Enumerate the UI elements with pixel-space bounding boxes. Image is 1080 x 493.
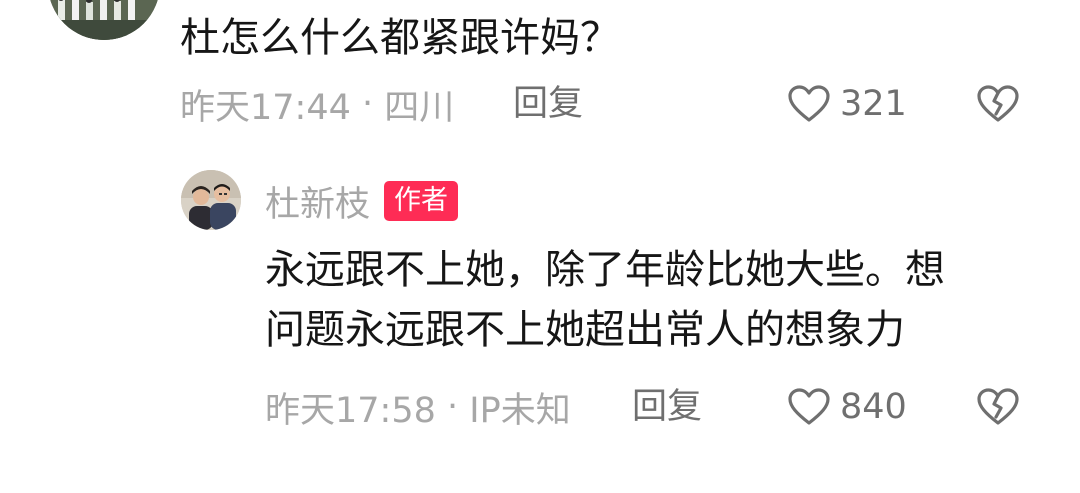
author-avatar[interactable]	[181, 170, 241, 230]
comment-location: 四川	[384, 87, 455, 128]
like-count: 321	[840, 84, 907, 124]
avatar-photo	[181, 170, 241, 230]
heart-outline-icon	[788, 388, 830, 426]
broken-heart-icon[interactable]	[977, 84, 1019, 124]
like-button[interactable]: 321	[788, 76, 907, 132]
reply-time: 昨天17:58	[265, 390, 436, 431]
reply-button[interactable]: 回复	[632, 379, 702, 435]
heart-outline-icon	[788, 85, 830, 123]
like-count: 840	[840, 387, 907, 427]
commenter-avatar[interactable]	[48, 0, 160, 40]
comment-text: 杜怎么什么都紧跟许妈？	[180, 15, 620, 61]
broken-heart-icon[interactable]	[977, 387, 1019, 427]
avatar-photo	[48, 0, 160, 40]
author-badge: 作者	[384, 181, 459, 221]
reply-button[interactable]: 回复	[513, 76, 583, 132]
reply-text-line: 永远跟不上她，除了年龄比她大些。想	[265, 247, 945, 293]
meta-separator: ·	[435, 387, 470, 427]
reply-text: 永远跟不上她，除了年龄比她大些。想 问题永远跟不上她超出常人的想象力	[265, 240, 1045, 360]
reply-location: IP未知	[469, 390, 571, 431]
like-button[interactable]: 840	[788, 379, 907, 435]
reply-text-line: 问题永远跟不上她超出常人的想象力	[265, 307, 905, 353]
meta-separator: ·	[350, 84, 385, 124]
reply-header: 杜新枝 作者	[265, 176, 459, 227]
comment-time: 昨天17:44	[180, 87, 351, 128]
comment-meta: 昨天17:44 · 四川	[180, 76, 454, 132]
author-name[interactable]: 杜新枝	[265, 176, 370, 227]
reply-meta: 昨天17:58 · IP未知	[265, 379, 571, 435]
